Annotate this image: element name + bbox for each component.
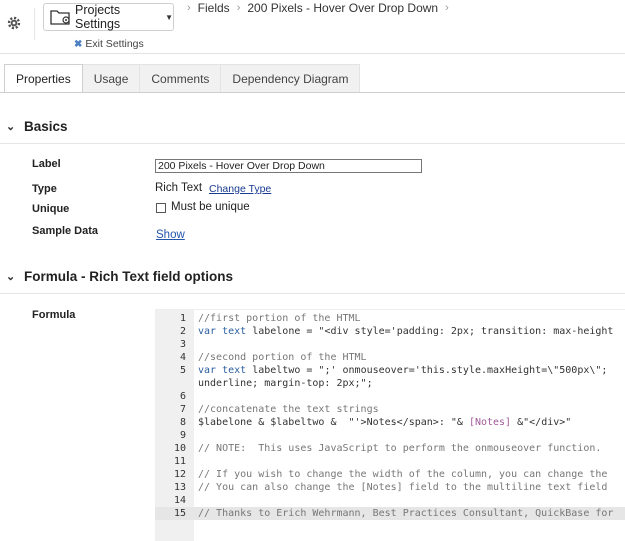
code-text: // If you wish to change the width of th…: [198, 469, 608, 480]
tab-comments[interactable]: Comments: [140, 64, 222, 93]
code-line[interactable]: underline; margin-top: 2px;";: [155, 377, 625, 390]
code-line[interactable]: 8 $labelone & $labeltwo & "'>Notes</span>…: [155, 416, 625, 429]
code-line[interactable]: 6: [155, 390, 625, 403]
line-number: 4: [179, 352, 186, 363]
line-number: 6: [179, 391, 186, 402]
code-line[interactable]: 10 // NOTE: This uses JavaScript to perfo…: [155, 442, 625, 455]
code-text: // NOTE: This uses JavaScript to perform…: [198, 443, 602, 454]
show-sample-link[interactable]: Show: [156, 229, 185, 241]
line-number: 14: [173, 495, 186, 506]
unique-field-label: Unique: [32, 203, 70, 215]
breadcrumb-field-name: 200 Pixels - Hover Over Drop Down: [247, 1, 439, 15]
code-text: //second portion of the HTML: [198, 352, 367, 363]
line-number: 2: [179, 326, 186, 337]
chevron-right-icon: ›: [187, 2, 191, 14]
code-text: //first portion of the HTML: [198, 313, 361, 324]
line-number: 9: [179, 430, 186, 441]
sample-data-label: Sample Data: [32, 225, 99, 237]
line-number: 12: [173, 469, 186, 480]
line-number: 11: [173, 456, 186, 467]
breadcrumb: › Fields › 200 Pixels - Hover Over Drop …: [180, 1, 456, 15]
code-line[interactable]: 4 //second portion of the HTML: [155, 351, 625, 364]
top-bar: Projects Settings ▼ ✖ Exit Settings › Fi…: [0, 0, 625, 54]
line-number: 13: [173, 482, 186, 493]
code-line[interactable]: 7 //concatenate the text strings: [155, 403, 625, 416]
line-number: 1: [179, 313, 186, 324]
line-number: 15: [173, 508, 186, 519]
folder-gear-icon: [50, 8, 72, 26]
tab-underline: [0, 92, 625, 93]
code-line[interactable]: 14: [155, 494, 625, 507]
projects-settings-label: Projects Settings: [75, 3, 121, 31]
code-line[interactable]: 5 var text labeltwo = ";' onmouseover='th…: [155, 364, 625, 377]
code-text: var text labeltwo = ";' onmouseover='thi…: [198, 365, 608, 376]
tab-dependency-diagram[interactable]: Dependency Diagram: [221, 64, 361, 93]
label-field-label: Label: [32, 158, 61, 170]
code-line[interactable]: 15 // Thanks to Erich Wehrmann, Best Prac…: [155, 507, 625, 520]
formula-code-editor[interactable]: 1 //first portion of the HTML 2 var text la…: [155, 309, 625, 541]
code-text: underline; margin-top: 2px;";: [198, 378, 373, 389]
basics-section-header[interactable]: ⌄ Basics: [6, 119, 68, 134]
caret-down-icon: ▼: [165, 12, 173, 22]
tab-bar: Properties Usage Comments Dependency Dia…: [4, 64, 361, 93]
code-text: // You can also change the [Notes] field…: [198, 482, 608, 493]
projects-settings-button[interactable]: Projects Settings ▼: [43, 3, 174, 31]
code-line[interactable]: 2 var text labelone = "<div style='paddin…: [155, 325, 625, 338]
line-number: 8: [179, 417, 186, 428]
formula-label: Formula: [32, 309, 76, 321]
code-line[interactable]: 12 // If you wish to change the width of …: [155, 468, 625, 481]
code-text: $labelone & $labeltwo & "'>Notes</span>:…: [198, 417, 572, 428]
type-field-label: Type: [32, 183, 57, 195]
type-value: Rich Text: [155, 182, 203, 194]
code-line[interactable]: 13 // You can also change the [Notes] fie…: [155, 481, 625, 494]
line-number: 7: [179, 404, 186, 415]
must-be-unique-checkbox[interactable]: [156, 203, 166, 213]
label-input[interactable]: 200 Pixels - Hover Over Drop Down: [155, 159, 422, 173]
line-number: 3: [179, 339, 186, 350]
breadcrumb-fields[interactable]: Fields: [198, 1, 230, 15]
tab-properties[interactable]: Properties: [4, 64, 83, 93]
formula-section-title: Formula - Rich Text field options: [24, 269, 234, 284]
close-icon: ✖: [74, 38, 83, 50]
chevron-right-icon: ›: [445, 2, 449, 14]
chevron-down-icon: ⌄: [6, 121, 16, 133]
formula-section-header[interactable]: ⌄ Formula - Rich Text field options: [6, 269, 233, 284]
change-type-link[interactable]: Change Type: [209, 183, 271, 195]
code-line[interactable]: 11: [155, 455, 625, 468]
code-line[interactable]: 1 //first portion of the HTML: [155, 312, 625, 325]
divider: [34, 8, 35, 40]
chevron-down-icon: ⌄: [6, 271, 16, 283]
chevron-right-icon: ›: [236, 2, 241, 14]
code-text: //concatenate the text strings: [198, 404, 379, 415]
line-number: 10: [173, 443, 186, 454]
basics-title: Basics: [24, 119, 68, 134]
must-be-unique-label: Must be unique: [171, 201, 250, 213]
code-text: var text labelone = "<div style='padding…: [198, 326, 614, 337]
exit-settings-label: Exit Settings: [85, 38, 144, 50]
code-text: // Thanks to Erich Wehrmann, Best Practi…: [198, 508, 614, 519]
code-line[interactable]: 9: [155, 429, 625, 442]
section-divider: [0, 293, 625, 294]
tab-usage[interactable]: Usage: [82, 64, 141, 93]
line-number: 5: [179, 365, 186, 376]
exit-settings-link[interactable]: ✖ Exit Settings: [74, 38, 144, 50]
code-line[interactable]: 3: [155, 338, 625, 351]
gear-icon[interactable]: [6, 15, 22, 31]
section-divider: [0, 143, 625, 144]
